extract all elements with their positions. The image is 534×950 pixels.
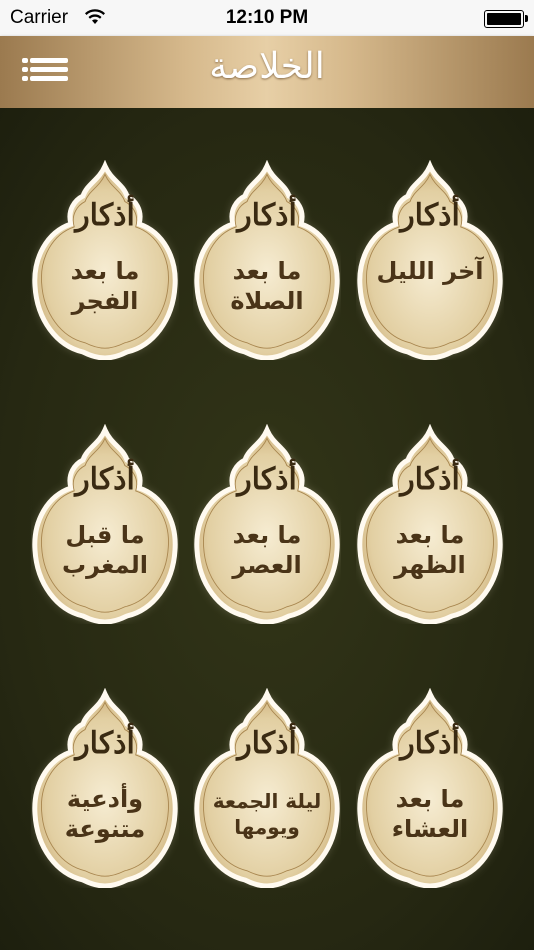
tile-label: وأدعية متنوعة [64, 785, 146, 843]
tile-heading: أذكار [75, 462, 135, 497]
tile-label: ما بعد الفجر [70, 257, 140, 315]
tile-heading: أذكار [237, 462, 297, 497]
status-bar: Carrier 12:10 PM [0, 0, 534, 36]
tile-after-prayer[interactable]: أذكار ما بعد الصلاة [193, 160, 341, 360]
tile-after-fajr[interactable]: أذكار ما بعد الفجر [31, 160, 179, 360]
tile-label: ما بعد العصر [232, 521, 302, 579]
tile-label: ما بعد الظهر [394, 521, 466, 579]
tile-after-isha[interactable]: أذكار ما بعد العشاء [356, 688, 504, 888]
tile-heading: أذكار [400, 462, 460, 497]
app-logo: الخلاصة [209, 46, 325, 87]
tile-heading: أذكار [75, 198, 135, 233]
tile-label: ما قبل المغرب [62, 521, 148, 579]
tile-friday-night[interactable]: أذكار ليلة الجمعة ويومها [193, 688, 341, 888]
tile-akhir-al-layl[interactable]: أذكار آخر الليل [356, 160, 504, 360]
tile-various-duas[interactable]: أذكار وأدعية متنوعة [31, 688, 179, 888]
battery-icon [484, 10, 528, 28]
tile-label: ليلة الجمعة ويومها [212, 789, 322, 839]
tile-heading: أذكار [75, 726, 135, 761]
tile-after-asr[interactable]: أذكار ما بعد العصر [193, 424, 341, 624]
status-time: 12:10 PM [225, 7, 309, 28]
tile-heading: أذكار [400, 198, 460, 233]
app-header: الخلاصة [0, 36, 534, 108]
tile-label: آخر الليل [376, 257, 484, 285]
tile-before-maghrib[interactable]: أذكار ما قبل المغرب [31, 424, 179, 624]
tile-label: ما بعد العشاء [391, 785, 469, 843]
tile-heading: أذكار [400, 726, 460, 761]
tile-heading: أذكار [237, 726, 297, 761]
adhkar-grid: أذكار آخر الليل أذكار ما بعد الصلاة أذكار ما … [0, 108, 534, 950]
tile-after-dhuhr[interactable]: أذكار ما بعد الظهر [356, 424, 504, 624]
tile-label: ما بعد الصلاة [230, 257, 304, 315]
tile-heading: أذكار [237, 198, 297, 233]
